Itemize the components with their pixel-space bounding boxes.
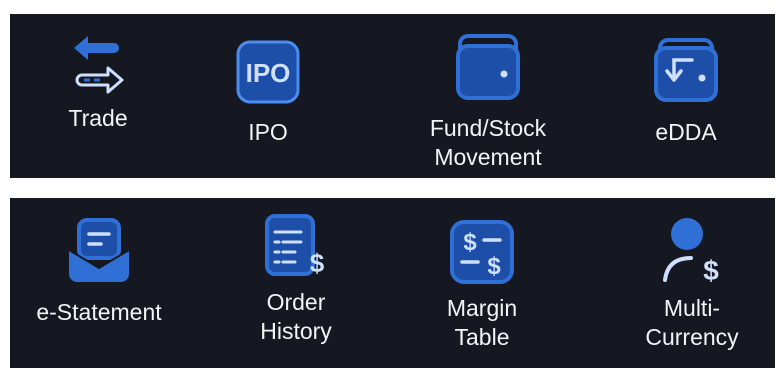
multi-currency-label-line2: Currency: [645, 324, 739, 350]
ipo-badge-icon: IPO: [236, 40, 300, 104]
margin-table-shortcut[interactable]: $ $ Margin Table: [432, 218, 532, 352]
multi-currency-label-line1: Multi-: [663, 295, 721, 321]
svg-text:$: $: [703, 255, 719, 286]
margin-table-label: Margin Table: [447, 294, 517, 352]
multi-currency-shortcut[interactable]: $ Multi- Currency: [632, 214, 752, 352]
margin-table-label-line2: Table: [454, 324, 510, 350]
trade-shortcut[interactable]: Trade: [50, 32, 146, 132]
fund-stock-movement-shortcut[interactable]: Fund/Stock Movement: [410, 32, 566, 172]
svg-text:$: $: [487, 253, 501, 280]
wallet-icon: [456, 34, 520, 100]
e-statement-label: e-Statement: [36, 299, 162, 325]
envelope-message-icon: [68, 218, 130, 282]
arrows-swap-icon: [74, 36, 124, 94]
order-history-shortcut[interactable]: $ Order History: [246, 212, 346, 346]
trade-label: Trade: [68, 105, 128, 131]
order-history-label: Order History: [260, 288, 332, 346]
svg-text:$: $: [463, 229, 477, 256]
edda-shortcut[interactable]: eDDA: [638, 36, 734, 146]
order-history-label-line2: History: [260, 318, 332, 344]
svg-text:$: $: [310, 248, 325, 278]
multi-currency-label: Multi- Currency: [645, 294, 738, 352]
edda-label: eDDA: [655, 119, 717, 145]
wallet-return-icon: [654, 38, 718, 102]
fund-stock-movement-label: Fund/Stock Movement: [430, 114, 546, 172]
fund-stock-movement-label-line1: Fund/Stock: [429, 115, 547, 141]
ipo-label: IPO: [248, 119, 288, 145]
person-dollar-icon: $: [663, 218, 719, 286]
e-statement-shortcut[interactable]: e-Statement: [14, 216, 184, 326]
ipo-badge-text: IPO: [246, 58, 291, 88]
dollar-table-icon: $ $: [450, 220, 514, 284]
order-history-label-line1: Order: [266, 289, 326, 315]
document-dollar-icon: $: [265, 214, 325, 278]
ipo-shortcut[interactable]: IPO IPO: [220, 40, 316, 146]
fund-stock-movement-label-line2: Movement: [434, 144, 542, 170]
margin-table-label-line1: Margin: [446, 295, 518, 321]
